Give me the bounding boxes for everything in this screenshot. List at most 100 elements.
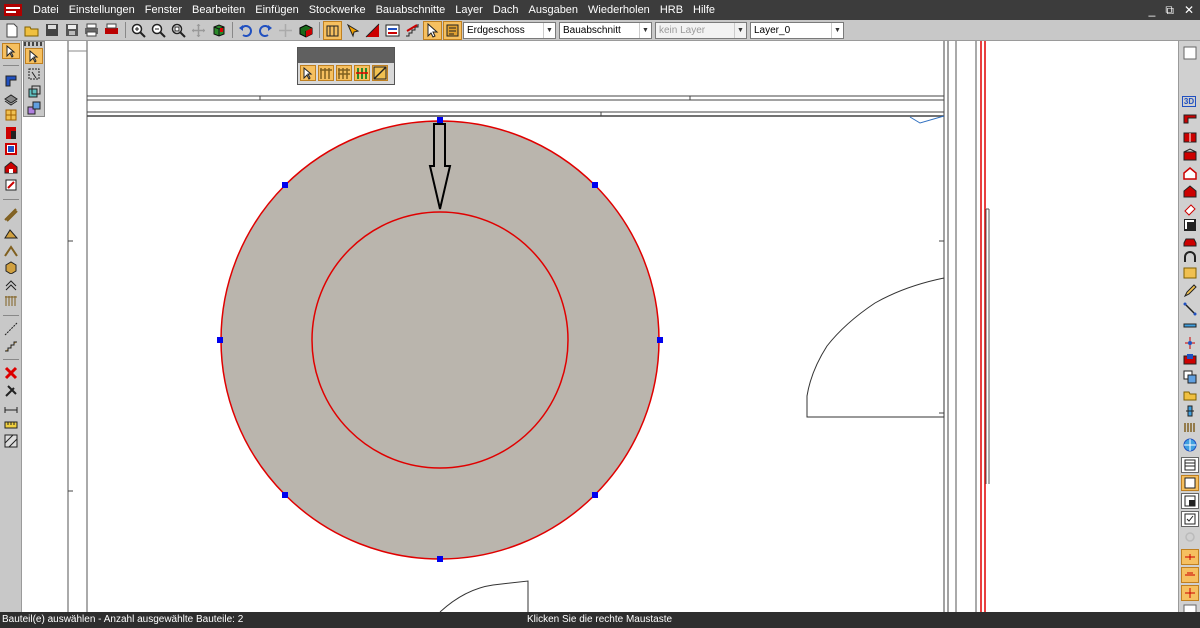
menu-wiederholen[interactable]: Wiederholen bbox=[583, 0, 655, 20]
wall-tool-icon[interactable] bbox=[323, 20, 342, 40]
save-as-icon[interactable] bbox=[62, 21, 81, 40]
zoom-window-icon[interactable] bbox=[169, 21, 188, 40]
tools-icon[interactable] bbox=[2, 383, 20, 399]
scroll-up-icon[interactable] bbox=[1181, 45, 1199, 61]
app-logo-icon[interactable] bbox=[2, 2, 24, 18]
select-arrow-icon[interactable] bbox=[2, 43, 20, 59]
globe-icon[interactable] bbox=[1181, 437, 1199, 453]
select-arrow-icon[interactable] bbox=[423, 20, 442, 40]
stair-icon[interactable] bbox=[2, 337, 20, 353]
eraser-icon[interactable] bbox=[1181, 201, 1199, 217]
stair-icon[interactable] bbox=[403, 21, 422, 40]
roof-icon[interactable] bbox=[2, 225, 20, 241]
hatch-icon[interactable] bbox=[2, 433, 20, 449]
selection-handle[interactable] bbox=[437, 556, 443, 562]
section-icon[interactable] bbox=[363, 21, 382, 40]
dimension-icon[interactable] bbox=[1181, 549, 1199, 565]
measure-icon[interactable] bbox=[2, 401, 20, 417]
undo-icon[interactable] bbox=[236, 21, 255, 40]
selection-handle[interactable] bbox=[282, 492, 288, 498]
palette-grip[interactable] bbox=[24, 42, 44, 46]
ring-element-inner[interactable] bbox=[311, 211, 569, 469]
menu-ausgaben[interactable]: Ausgaben bbox=[524, 0, 584, 20]
menu-bauabschnitte[interactable]: Bauabschnitte bbox=[371, 0, 451, 20]
minimize-button[interactable]: _ bbox=[1149, 3, 1156, 17]
selection-handle[interactable] bbox=[437, 117, 443, 123]
zoom-out-icon[interactable] bbox=[149, 21, 168, 40]
restore-button[interactable]: ⧉ bbox=[1165, 3, 1174, 18]
refresh-icon[interactable] bbox=[1181, 529, 1199, 545]
rail-green-icon[interactable] bbox=[354, 65, 370, 81]
print-preview-icon[interactable] bbox=[102, 21, 121, 40]
select-arrow-icon[interactable] bbox=[300, 65, 316, 81]
menu-dach[interactable]: Dach bbox=[488, 0, 524, 20]
delete-icon[interactable] bbox=[2, 365, 20, 381]
level-icon[interactable] bbox=[1181, 567, 1199, 583]
menu-datei[interactable]: Datei bbox=[28, 0, 64, 20]
save-icon[interactable] bbox=[42, 21, 61, 40]
copy-icon[interactable] bbox=[1181, 369, 1199, 385]
railing-icon[interactable] bbox=[2, 293, 20, 309]
frame-icon[interactable] bbox=[1181, 265, 1199, 281]
layer-select[interactable]: Layer_0 ▼ bbox=[750, 21, 844, 39]
selection-handle[interactable] bbox=[217, 337, 223, 343]
drawing-canvas[interactable] bbox=[45, 41, 1178, 612]
rafter-icon[interactable] bbox=[2, 243, 20, 259]
roof-red-icon[interactable] bbox=[1181, 147, 1199, 163]
edit-icon[interactable] bbox=[2, 177, 20, 193]
wall-red-icon[interactable] bbox=[1181, 111, 1199, 127]
selection-handle[interactable] bbox=[657, 337, 663, 343]
fence-icon[interactable] bbox=[1181, 419, 1199, 435]
menu-hrb[interactable]: HRB bbox=[655, 0, 688, 20]
door-icon[interactable] bbox=[2, 125, 20, 141]
window-select-icon[interactable] bbox=[25, 66, 43, 82]
chart-icon[interactable] bbox=[1181, 351, 1199, 367]
pick-icon[interactable] bbox=[343, 21, 362, 40]
frame-orange-icon[interactable] bbox=[1181, 475, 1199, 491]
redo-icon[interactable] bbox=[256, 21, 275, 40]
check-box-icon[interactable] bbox=[1181, 511, 1199, 527]
hydrant-icon[interactable] bbox=[1181, 403, 1199, 419]
window-icon[interactable] bbox=[2, 107, 20, 123]
select-arrow-icon[interactable] bbox=[25, 48, 43, 64]
chevron-up-icon[interactable] bbox=[2, 277, 20, 293]
menu-hilfe[interactable]: Hilfe bbox=[688, 0, 720, 20]
move-icon[interactable] bbox=[276, 21, 295, 40]
multi-select-icon[interactable] bbox=[25, 100, 43, 116]
height-icon[interactable] bbox=[1181, 585, 1199, 601]
menu-stockwerke[interactable]: Stockwerke bbox=[304, 0, 371, 20]
solid-cube-icon[interactable] bbox=[296, 21, 315, 40]
grid-view-icon[interactable] bbox=[1181, 457, 1199, 473]
menu-einfuegen[interactable]: Einfügen bbox=[250, 0, 303, 20]
arch-icon[interactable] bbox=[1181, 249, 1199, 265]
beam-icon[interactable] bbox=[2, 207, 20, 223]
folder-icon[interactable] bbox=[1181, 387, 1199, 403]
pipe-icon[interactable] bbox=[1181, 317, 1199, 333]
selection-handle[interactable] bbox=[282, 182, 288, 188]
dimension-line-icon[interactable] bbox=[2, 321, 20, 337]
line-icon[interactable] bbox=[1181, 301, 1199, 317]
menu-fenster[interactable]: Fenster bbox=[140, 0, 187, 20]
wall-icon[interactable] bbox=[2, 73, 20, 89]
cube-icon[interactable] bbox=[209, 21, 228, 40]
menu-bearbeiten[interactable]: Bearbeiten bbox=[187, 0, 250, 20]
floor-select[interactable]: Erdgeschoss ▼ bbox=[463, 21, 556, 39]
house-icon[interactable] bbox=[1181, 165, 1199, 181]
layer-icon[interactable] bbox=[383, 21, 402, 40]
properties-icon[interactable] bbox=[443, 20, 462, 40]
car-icon[interactable] bbox=[1181, 233, 1199, 249]
copy-select-icon[interactable] bbox=[25, 84, 43, 100]
menu-layer[interactable]: Layer bbox=[450, 0, 488, 20]
close-button[interactable]: ✕ bbox=[1184, 3, 1194, 17]
house-icon[interactable] bbox=[2, 159, 20, 175]
rail-icon[interactable] bbox=[318, 65, 334, 81]
section-select[interactable]: Bauabschnitt ▼ bbox=[559, 21, 652, 39]
slab-icon[interactable] bbox=[2, 91, 20, 107]
selection-handle[interactable] bbox=[592, 492, 598, 498]
print-icon[interactable] bbox=[82, 21, 101, 40]
menu-einstellungen[interactable]: Einstellungen bbox=[64, 0, 140, 20]
view-3d-icon[interactable]: 3D bbox=[1181, 93, 1197, 109]
pan-icon[interactable] bbox=[189, 21, 208, 40]
selection-handle[interactable] bbox=[592, 182, 598, 188]
opening-icon[interactable] bbox=[2, 141, 20, 157]
